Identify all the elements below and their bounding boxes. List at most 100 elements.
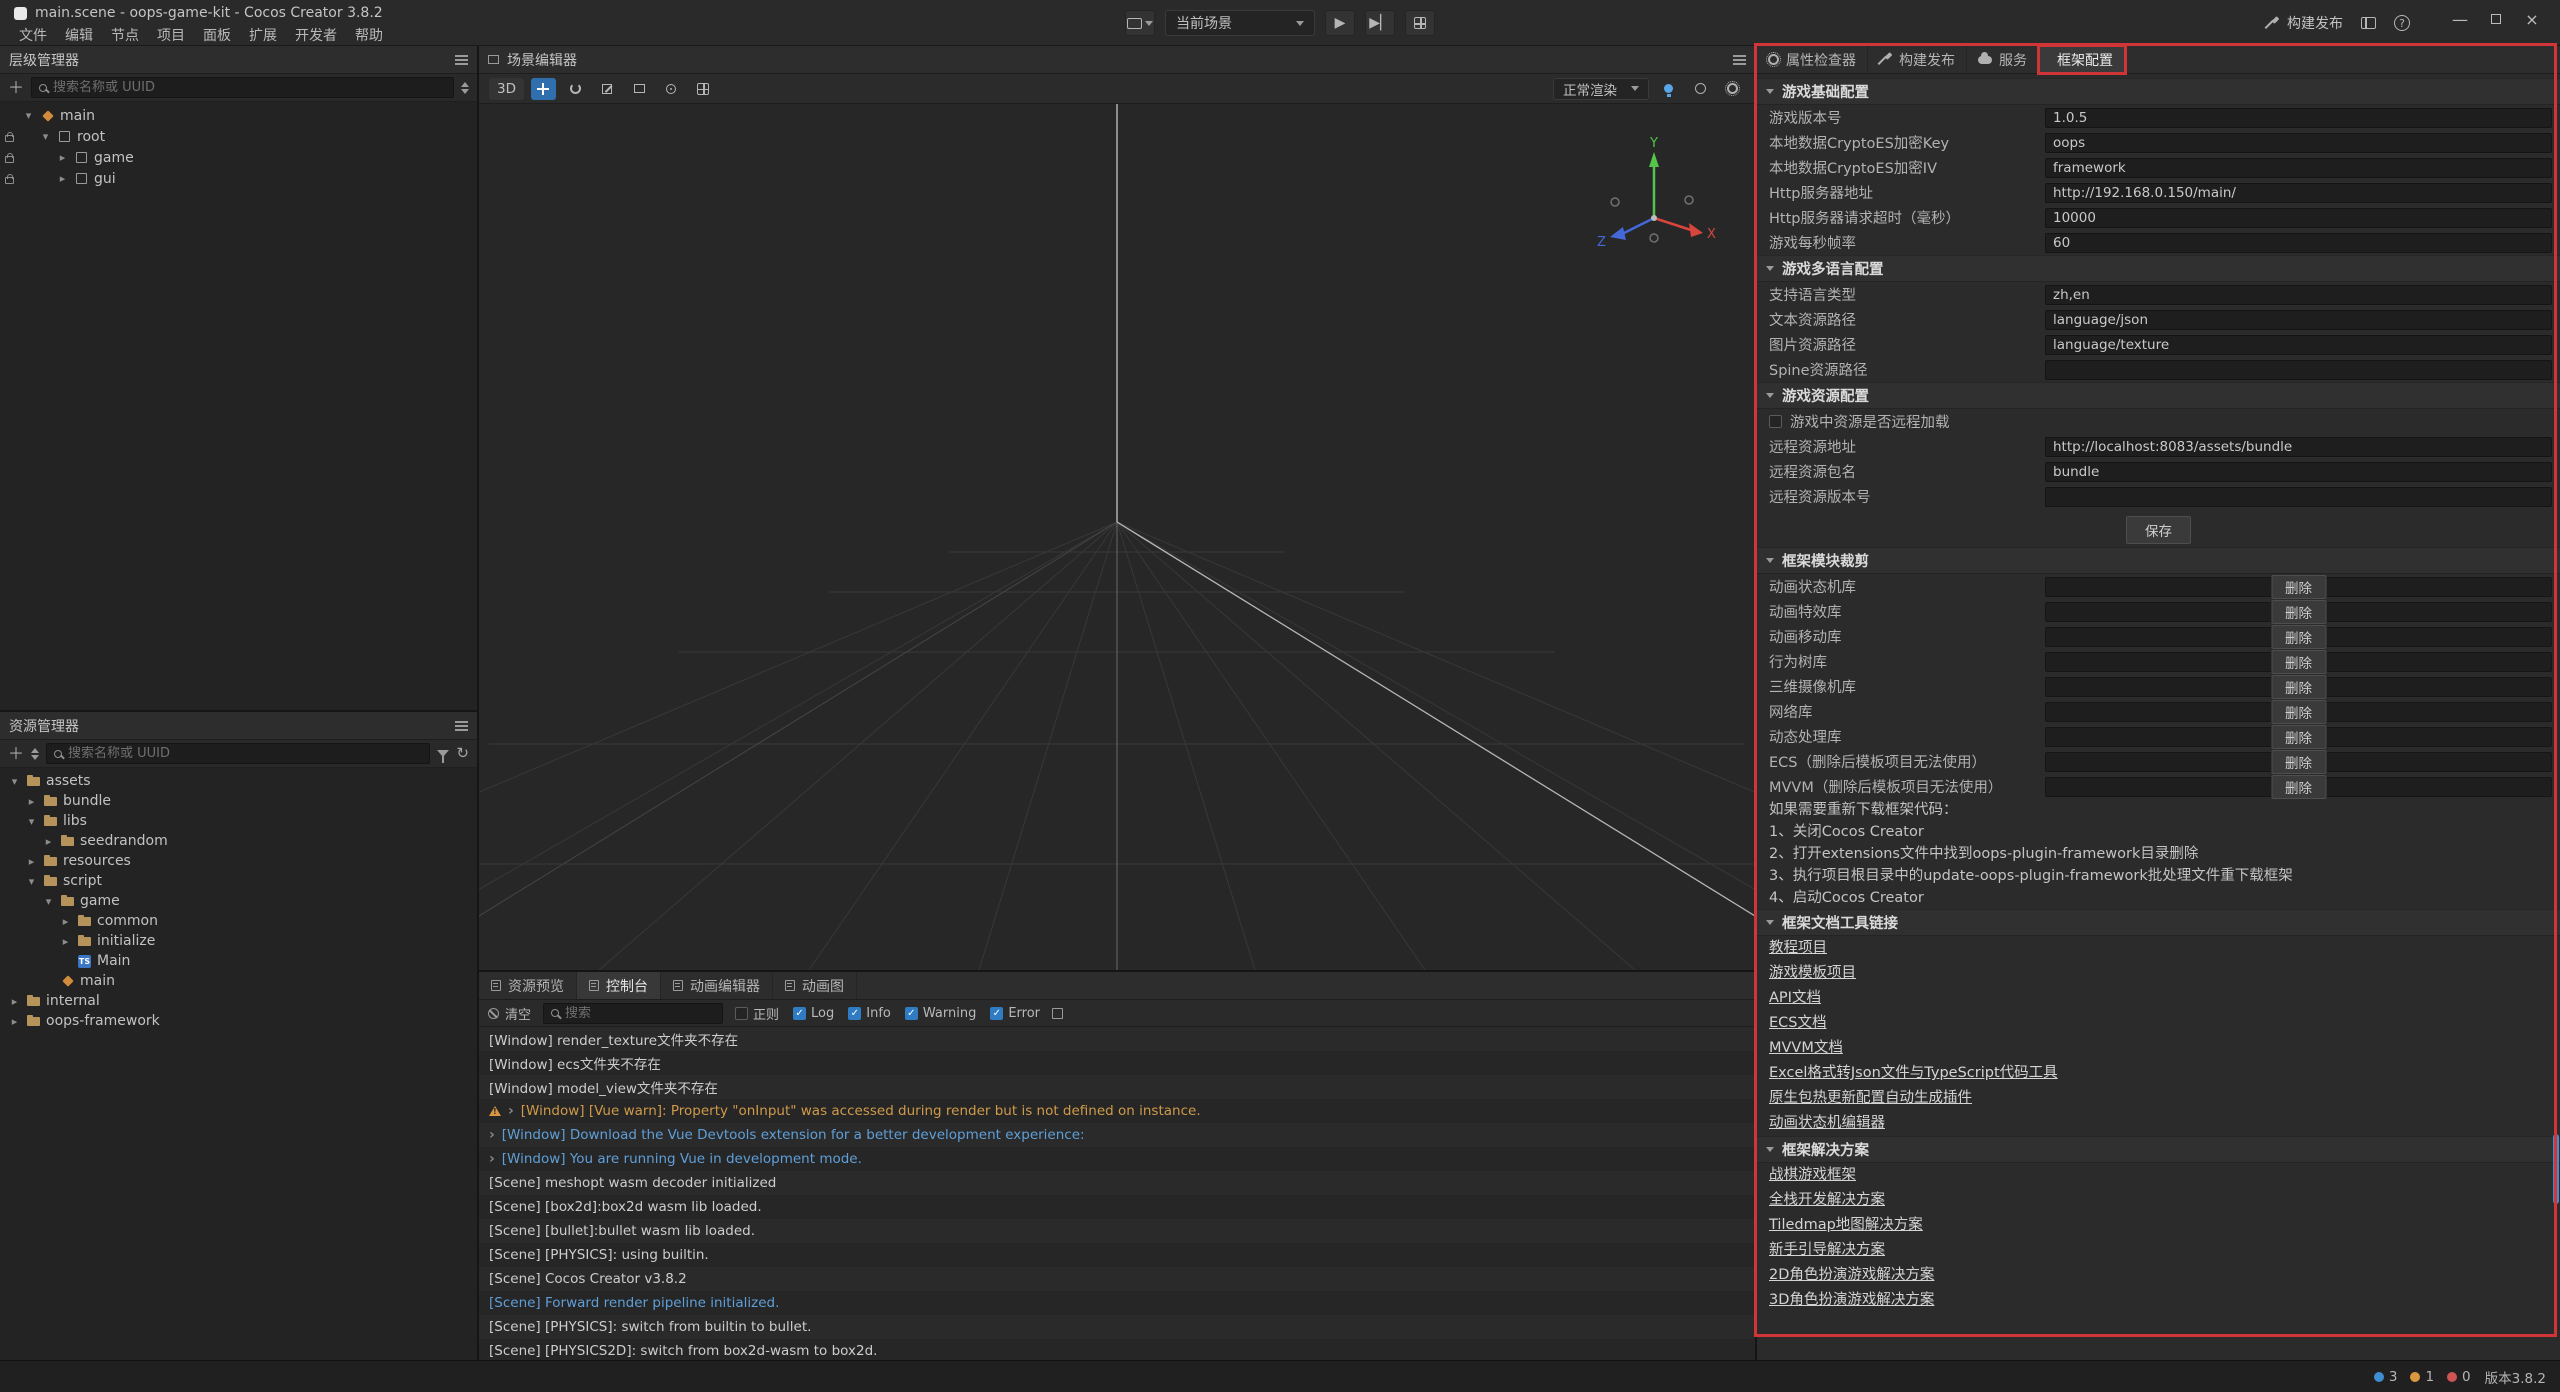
solution-link[interactable]: Tiledmap地图解决方案 (1769, 1213, 1923, 1238)
doc-link[interactable]: 动画状态机编辑器 (1769, 1111, 1885, 1136)
prop-input[interactable]: http://localhost:8083/assets/bundle (2045, 437, 2552, 457)
expand-arrow-icon[interactable] (8, 775, 21, 788)
anchor-tool-button[interactable] (659, 78, 684, 100)
prop-input[interactable] (2045, 487, 2552, 507)
solution-link[interactable]: 2D角色扮演游戏解决方案 (1769, 1263, 1934, 1288)
prop-input[interactable]: zh,en (2045, 285, 2552, 305)
preview-target-button[interactable] (1125, 10, 1155, 36)
assets-search-input[interactable] (68, 746, 422, 761)
lock-icon[interactable] (5, 177, 14, 184)
delete-module-button[interactable]: 删除 (2271, 750, 2326, 774)
tree-row[interactable]: gui (0, 168, 477, 189)
rect-tool-button[interactable] (627, 78, 652, 100)
play-button[interactable]: ▶ (1325, 10, 1355, 36)
expand-arrow-icon[interactable] (8, 1015, 21, 1028)
section-header-modules[interactable]: 框架模块裁剪 (1757, 547, 2560, 574)
doc-link[interactable]: API文档 (1769, 986, 1821, 1011)
add-asset-button[interactable]: ＋ (8, 746, 24, 762)
menu-item[interactable]: 面板 (194, 25, 240, 45)
expand-arrow-icon[interactable] (8, 995, 21, 1008)
lock-icon[interactable] (5, 135, 14, 142)
filter-checkbox[interactable]: 正则 (735, 1004, 779, 1023)
inspector-tab[interactable]: 构建发布 (1868, 46, 1967, 73)
section-header-resource[interactable]: 游戏资源配置 (1757, 382, 2560, 409)
expand-chevron-icon[interactable]: › (489, 1151, 495, 1167)
expand-arrow-icon[interactable] (22, 109, 35, 122)
filter-checkbox[interactable]: Warning (905, 1006, 976, 1021)
render-mode-select[interactable]: 正常渲染 (1553, 78, 1649, 100)
expand-chevron-icon[interactable]: › (489, 1127, 495, 1143)
expand-arrow-icon[interactable] (25, 815, 38, 828)
delete-module-button[interactable]: 删除 (2271, 600, 2326, 624)
asset-row[interactable]: initialize (0, 931, 477, 951)
clear-console-button[interactable]: 清空 (488, 1004, 531, 1023)
expand-chevron-icon[interactable]: › (508, 1103, 514, 1119)
filter-checkbox[interactable]: Info (848, 1006, 891, 1021)
log-row[interactable]: [Scene] [PHYSICS]: using builtin. (479, 1243, 1755, 1267)
prop-input[interactable]: http://192.168.0.150/main/ (2045, 183, 2552, 203)
rotate-tool-button[interactable] (563, 78, 588, 100)
console-tab[interactable]: 控制台 (577, 972, 661, 999)
delete-module-button[interactable]: 删除 (2271, 675, 2326, 699)
console-tab[interactable]: 资源预览 (479, 972, 577, 999)
menu-item[interactable]: 节点 (102, 25, 148, 45)
menu-item[interactable]: 项目 (148, 25, 194, 45)
log-row[interactable]: [Window] ecs文件夹不存在 (479, 1051, 1755, 1075)
log-export-icon[interactable] (1052, 1008, 1063, 1019)
delete-module-button[interactable]: 删除 (2271, 625, 2326, 649)
build-publish-button[interactable]: 构建发布 (2266, 13, 2343, 33)
log-row[interactable]: [Window] render_texture文件夹不存在 (479, 1027, 1755, 1051)
doc-link[interactable]: MVVM文档 (1769, 1036, 1843, 1061)
expand-arrow-icon[interactable] (25, 795, 38, 808)
filter-icon[interactable] (437, 750, 449, 757)
help-icon[interactable]: ? (2394, 15, 2410, 31)
asset-row[interactable]: assets (0, 771, 477, 791)
expand-arrow-icon[interactable] (25, 855, 38, 868)
log-row[interactable]: › [Window] [Vue warn]: Property "onInput… (479, 1099, 1755, 1123)
solution-link[interactable]: 战棋游戏框架 (1769, 1163, 1856, 1188)
filter-checkbox[interactable]: Log (793, 1006, 834, 1021)
asset-row[interactable]: seedrandom (0, 831, 477, 851)
prop-input[interactable]: bundle (2045, 462, 2552, 482)
console-tab[interactable]: 动画图 (773, 972, 857, 999)
minimize-button[interactable]: — (2442, 6, 2478, 32)
menu-item[interactable]: 编辑 (56, 25, 102, 45)
delete-module-button[interactable]: 删除 (2271, 700, 2326, 724)
inspector-tab[interactable]: 属性检查器 (1757, 46, 1868, 73)
save-button[interactable]: 保存 (2126, 516, 2191, 544)
expand-arrow-icon[interactable] (56, 172, 69, 185)
scale-tool-button[interactable] (595, 78, 620, 100)
log-counter[interactable]: 1 (2410, 1369, 2434, 1385)
scene-viewport[interactable]: Y X Z (479, 104, 1755, 970)
tree-row[interactable]: main (0, 105, 477, 126)
lighting-toggle-button[interactable] (1656, 78, 1681, 100)
log-row[interactable]: [Window] model_view文件夹不存在 (479, 1075, 1755, 1099)
log-row[interactable]: [Scene] [PHYSICS]: switch from builtin t… (479, 1315, 1755, 1339)
snap-tool-button[interactable] (691, 78, 716, 100)
scene-select[interactable]: 当前场景 (1165, 10, 1315, 36)
scrollbar-thumb[interactable] (2553, 1134, 2559, 1204)
log-row[interactable]: [Scene] Cocos Creator v3.8.2 (479, 1267, 1755, 1291)
inspector-tab[interactable]: 服务 (1967, 46, 2039, 73)
move-tool-button[interactable] (531, 78, 556, 100)
expand-arrow-icon[interactable] (59, 915, 72, 928)
log-counter[interactable]: 3 (2374, 1369, 2398, 1385)
environment-button[interactable] (1688, 78, 1713, 100)
expand-arrow-icon[interactable] (25, 875, 38, 888)
tree-row[interactable]: root (0, 126, 477, 147)
asset-row[interactable]: script (0, 871, 477, 891)
doc-link[interactable]: 原生包热更新配置自动生成插件 (1769, 1086, 1972, 1111)
menu-item[interactable]: 开发者 (286, 25, 346, 45)
prop-input[interactable]: framework (2045, 158, 2552, 178)
sort-icon[interactable] (461, 82, 469, 94)
asset-row[interactable]: game (0, 891, 477, 911)
solution-link[interactable]: 新手引导解决方案 (1769, 1238, 1885, 1263)
log-row[interactable]: [Scene] [PHYSICS2D]: switch from box2d-w… (479, 1339, 1755, 1360)
doc-link[interactable]: 教程项目 (1769, 936, 1827, 961)
layout-button[interactable] (1405, 10, 1435, 36)
panel-menu-icon[interactable] (455, 725, 468, 727)
refresh-icon[interactable]: ↻ (456, 746, 469, 761)
asset-row[interactable]: oops-framework (0, 1011, 477, 1031)
log-row[interactable]: [Scene] Forward render pipeline initiali… (479, 1291, 1755, 1315)
prop-input[interactable]: 60 (2045, 233, 2552, 253)
